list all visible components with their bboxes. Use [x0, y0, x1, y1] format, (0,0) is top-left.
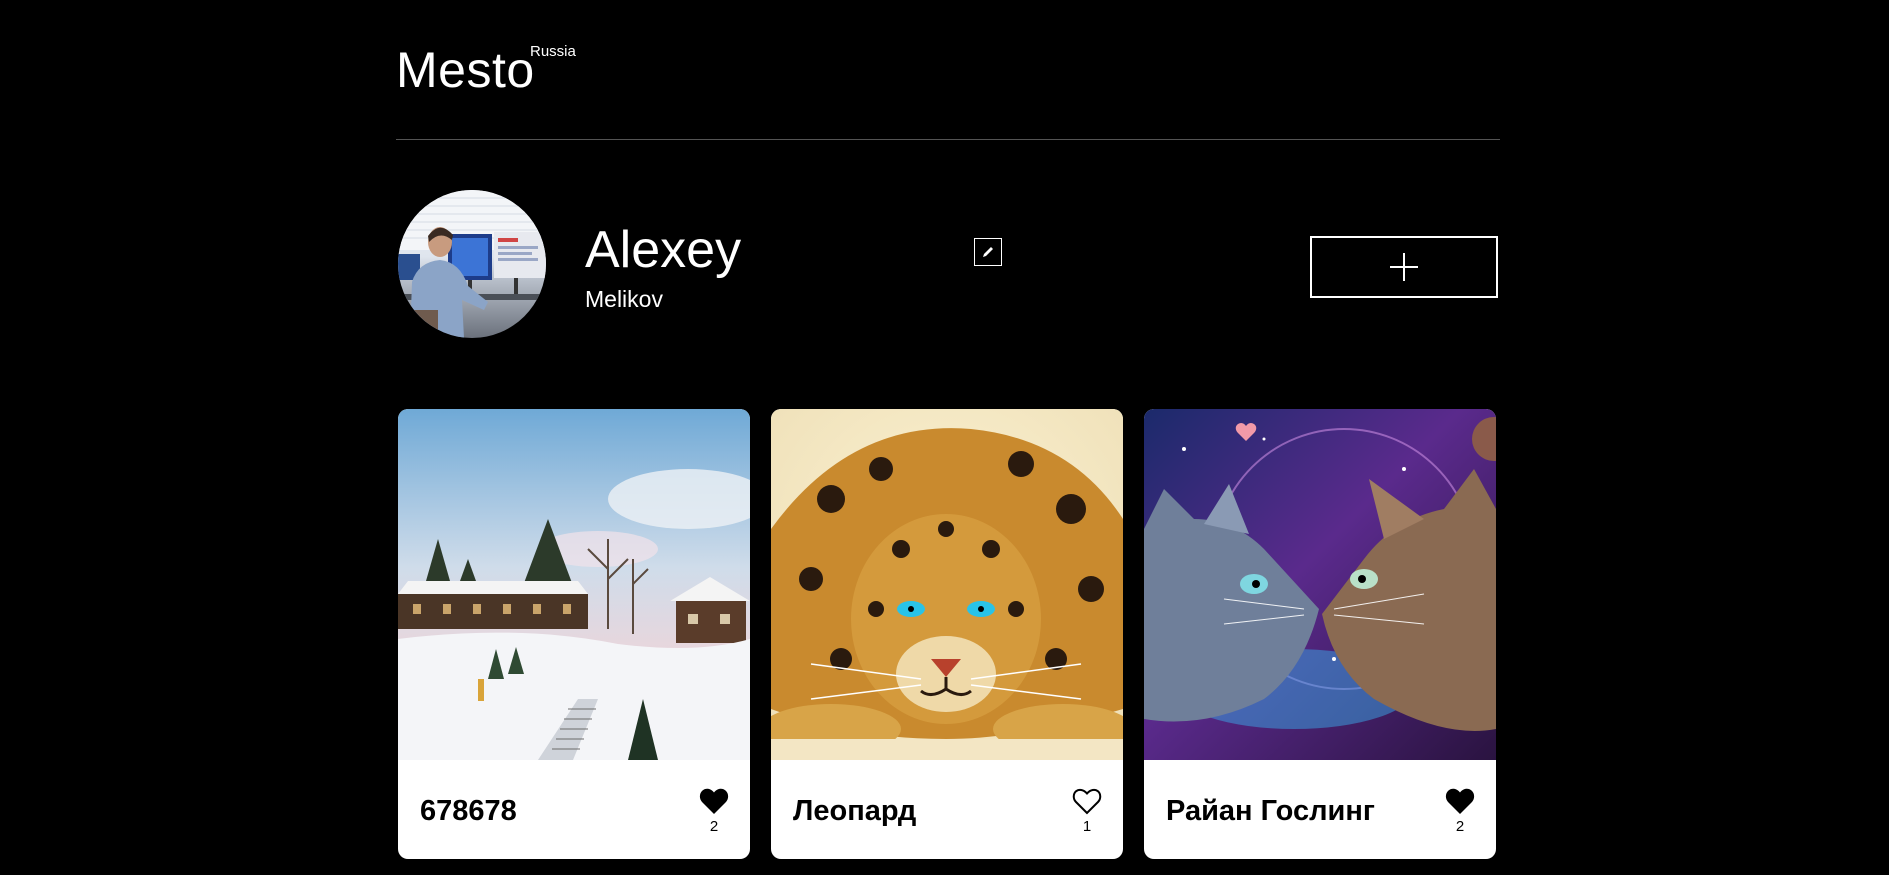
edit-profile-button[interactable]: [974, 238, 1002, 266]
card: Райан Гослинг 2: [1144, 409, 1496, 859]
heart-outline-icon[interactable]: [1072, 788, 1102, 815]
add-card-button[interactable]: [1310, 236, 1498, 298]
profile-avatar[interactable]: [398, 190, 546, 338]
card-title: Райан Гослинг: [1166, 795, 1375, 827]
card-image[interactable]: [398, 409, 750, 760]
profile-about: Melikov: [585, 286, 663, 312]
card-footer: Райан Гослинг 2: [1144, 760, 1496, 859]
card-title: 678678: [420, 795, 517, 827]
heart-filled-icon[interactable]: [1445, 788, 1475, 815]
profile: Alexey Melikov: [396, 190, 1500, 340]
like-group: 2: [696, 788, 732, 836]
pencil-icon: [983, 247, 993, 257]
card: Леопард 1: [771, 409, 1123, 859]
header: Mesto Russia: [396, 0, 1500, 140]
like-count: 2: [1455, 818, 1465, 835]
plus-icon: [1390, 253, 1418, 281]
like-group: 1: [1069, 788, 1105, 836]
page: Mesto Russia Alexey Melikov 678678 2 Лео…: [396, 0, 1500, 875]
card-image[interactable]: [1144, 409, 1496, 760]
like-group: 2: [1442, 788, 1478, 836]
logo-text: Mesto: [396, 42, 535, 98]
heart-filled-icon[interactable]: [699, 788, 729, 815]
profile-name: Alexey: [585, 221, 742, 279]
card-footer: Леопард 1: [771, 760, 1123, 859]
like-count: 2: [709, 818, 719, 835]
card-footer: 678678 2: [398, 760, 750, 859]
card: 678678 2: [398, 409, 750, 859]
card-image[interactable]: [771, 409, 1123, 760]
header-divider: [396, 139, 1500, 140]
logo-superscript: Russia: [530, 43, 576, 60]
card-title: Леопард: [793, 795, 917, 827]
like-count: 1: [1082, 818, 1092, 835]
